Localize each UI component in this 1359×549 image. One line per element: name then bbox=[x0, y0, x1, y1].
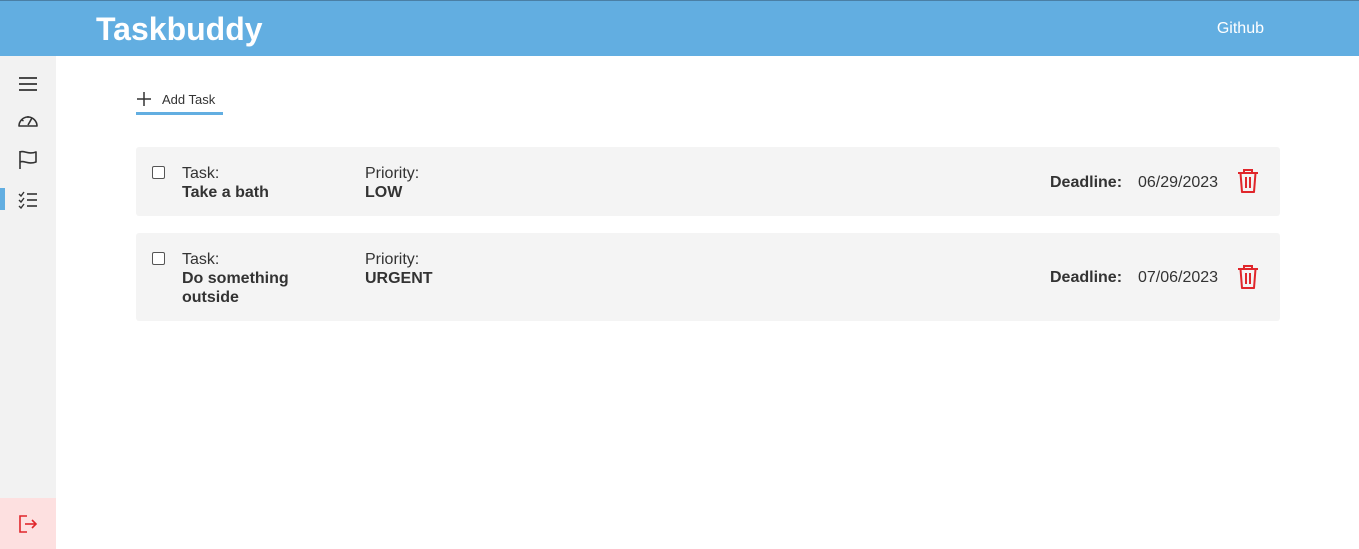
flag-icon bbox=[19, 150, 37, 169]
deadline-value: 06/29/2023 bbox=[1138, 174, 1219, 191]
sidebar-item-flags[interactable] bbox=[0, 142, 56, 178]
add-task-button[interactable]: Add Task bbox=[136, 86, 224, 115]
task-priority-field: Priority: LOW bbox=[365, 164, 419, 202]
deadline-label: Deadline: bbox=[1050, 174, 1123, 191]
task-name: Take a bath bbox=[182, 184, 269, 201]
priority-value: URGENT bbox=[365, 270, 433, 287]
checklist-icon bbox=[18, 191, 37, 209]
priority-label: Priority: bbox=[365, 165, 420, 182]
sidebar-menu-button[interactable] bbox=[0, 66, 56, 102]
logout-icon bbox=[19, 514, 38, 533]
priority-label: Priority: bbox=[365, 251, 420, 268]
trash-icon bbox=[1238, 169, 1258, 193]
task-label: Task: bbox=[182, 251, 220, 268]
github-link[interactable]: Github bbox=[1217, 19, 1264, 39]
task-label: Task: bbox=[182, 165, 220, 182]
delete-task-button[interactable] bbox=[1237, 264, 1259, 295]
plus-icon bbox=[136, 91, 152, 107]
deadline-value: 07/06/2023 bbox=[1138, 269, 1219, 286]
deadline-label: Deadline: bbox=[1050, 269, 1123, 286]
priority-value: LOW bbox=[365, 184, 403, 201]
app-title: Taskbuddy bbox=[96, 11, 263, 47]
logout-button[interactable] bbox=[0, 498, 56, 549]
sidebar-item-tasks[interactable] bbox=[0, 182, 56, 218]
app-header: Taskbuddy Github bbox=[0, 0, 1359, 56]
task-name-field: Task: Take a bath bbox=[182, 164, 269, 202]
add-task-label: Add Task bbox=[162, 91, 216, 107]
task-name-continued: outside bbox=[182, 289, 239, 306]
task-name-field: Task: Do something outside bbox=[182, 250, 289, 307]
dashboard-gauge-icon bbox=[18, 116, 38, 127]
sidebar bbox=[0, 56, 56, 549]
menu-icon bbox=[19, 77, 37, 91]
task-name: Do something bbox=[182, 270, 289, 287]
task-checkbox[interactable] bbox=[152, 166, 165, 179]
trash-icon bbox=[1238, 265, 1258, 289]
sidebar-item-dashboard[interactable] bbox=[0, 102, 56, 138]
task-row: Task: Take a bath Priority: LOW Deadline… bbox=[136, 147, 1280, 216]
task-row: Task: Do something outside Priority: URG… bbox=[136, 233, 1280, 321]
task-checkbox[interactable] bbox=[152, 252, 165, 265]
task-priority-field: Priority: URGENT bbox=[365, 250, 433, 288]
delete-task-button[interactable] bbox=[1237, 168, 1259, 199]
